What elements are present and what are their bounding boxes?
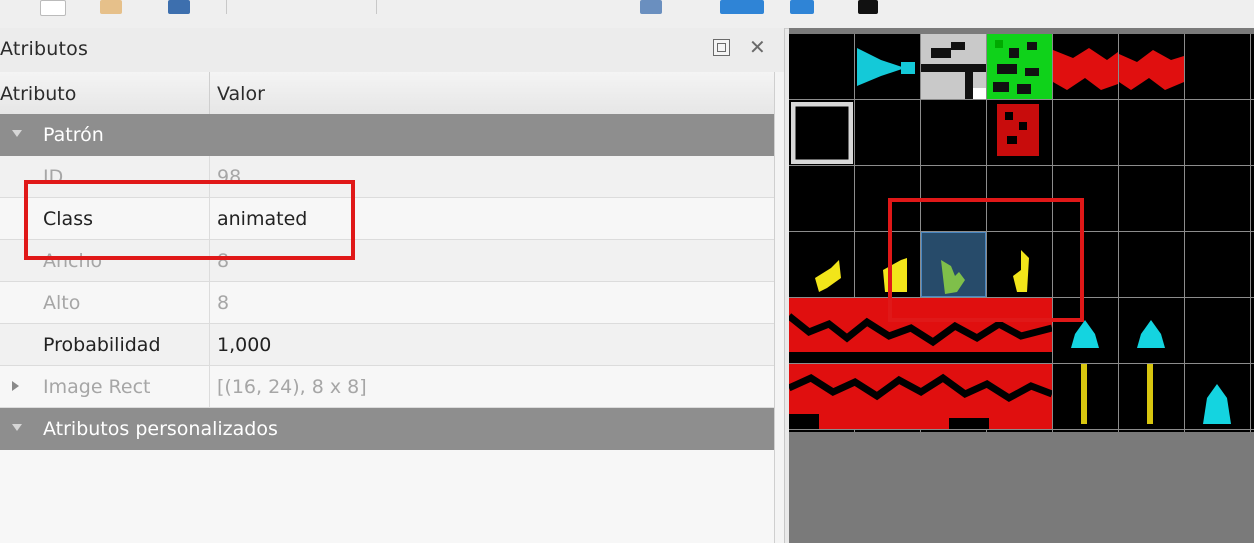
toolbar-button[interactable] [40, 0, 66, 16]
attributes-panel: Atributos ✕ Atributo Valor Patrón ID 98 … [0, 28, 785, 543]
tile-green-block[interactable] [987, 34, 1052, 99]
class-value-field[interactable]: animated [217, 208, 307, 230]
toolbar-divider [376, 0, 377, 14]
tile-cyan-spike[interactable] [1185, 364, 1250, 429]
property-name: Ancho [43, 250, 103, 272]
column-divider [209, 282, 210, 324]
tile-cyan-spike[interactable] [1119, 298, 1184, 363]
property-name: Probabilidad [43, 334, 161, 356]
property-name: Image Rect [43, 376, 151, 398]
property-value: 98 [217, 166, 242, 188]
column-divider [209, 198, 210, 240]
tile-red-wave[interactable] [1053, 34, 1118, 99]
column-divider [209, 240, 210, 282]
tile-empty-frame[interactable] [791, 102, 853, 164]
tile-yellow-pole[interactable] [1053, 364, 1118, 429]
probability-value-field[interactable]: 1,000 [217, 334, 271, 356]
table-header: Atributo Valor [0, 72, 774, 115]
tileset-image[interactable] [789, 34, 1254, 432]
tile-arrow[interactable] [855, 34, 920, 99]
panel-title: Atributos [0, 38, 89, 60]
column-divider [209, 366, 210, 408]
toolbar-button[interactable] [100, 0, 122, 14]
column-header-value[interactable]: Valor [217, 83, 265, 105]
property-name: Class [43, 208, 93, 230]
toolbar-button[interactable] [858, 0, 878, 14]
tile-cyan-spike[interactable] [1053, 298, 1118, 363]
toolbar-button[interactable] [720, 0, 764, 14]
toolbar-divider [226, 0, 227, 14]
table-row[interactable]: Class animated [0, 198, 774, 240]
column-divider [209, 156, 210, 198]
table-row[interactable]: Image Rect [(16, 24), 8 x 8] [0, 366, 774, 408]
column-divider [209, 324, 210, 366]
panel-header: Atributos ✕ [0, 28, 784, 72]
table-row[interactable]: Alto 8 [0, 282, 774, 324]
toolbar-button[interactable] [168, 0, 190, 14]
tile-yellow-sprite[interactable] [855, 232, 920, 297]
tile-yellow-sprite[interactable] [789, 232, 854, 297]
column-divider[interactable] [209, 72, 210, 114]
property-value: 8 [217, 292, 230, 314]
tile-red-wave[interactable] [1119, 34, 1184, 99]
group-row-custom-attributes[interactable]: Atributos personalizados [0, 408, 774, 450]
collapse-arrow-icon[interactable] [12, 424, 22, 431]
table-row[interactable]: Ancho 8 [0, 240, 774, 282]
group-label: Patrón [43, 124, 104, 146]
tile-red-lava[interactable] [789, 298, 1052, 363]
table-row[interactable]: ID 98 [0, 156, 774, 198]
property-name: Alto [43, 292, 81, 314]
expand-arrow-icon[interactable] [12, 381, 19, 391]
tile-yellow-sprite[interactable] [987, 232, 1052, 297]
property-name: ID [43, 166, 64, 188]
column-header-attribute[interactable]: Atributo [0, 83, 76, 105]
close-panel-icon[interactable]: ✕ [749, 36, 766, 58]
float-panel-icon[interactable] [713, 39, 730, 56]
grid-line [1250, 34, 1251, 432]
tile-door[interactable] [921, 34, 986, 99]
property-value: [(16, 24), 8 x 8] [217, 376, 367, 398]
properties-table: Atributo Valor Patrón ID 98 Class animat… [0, 72, 775, 543]
toolbar-button[interactable] [640, 0, 662, 14]
property-value: 8 [217, 250, 230, 272]
tile-yellow-pole[interactable] [1119, 364, 1184, 429]
grid-line [789, 429, 1254, 430]
tileset-view[interactable] [789, 28, 1254, 543]
tile-green-sprite[interactable] [921, 232, 986, 297]
toolbar-button[interactable] [790, 0, 814, 14]
main-toolbar [0, 0, 1254, 29]
tile-red-lava[interactable] [789, 364, 1052, 429]
group-label: Atributos personalizados [43, 418, 278, 440]
grid-line [789, 165, 1254, 166]
tile-red-blob[interactable] [987, 100, 1052, 165]
group-row-pattern[interactable]: Patrón [0, 114, 774, 156]
table-row[interactable]: Probabilidad 1,000 [0, 324, 774, 366]
collapse-arrow-icon[interactable] [12, 130, 22, 137]
